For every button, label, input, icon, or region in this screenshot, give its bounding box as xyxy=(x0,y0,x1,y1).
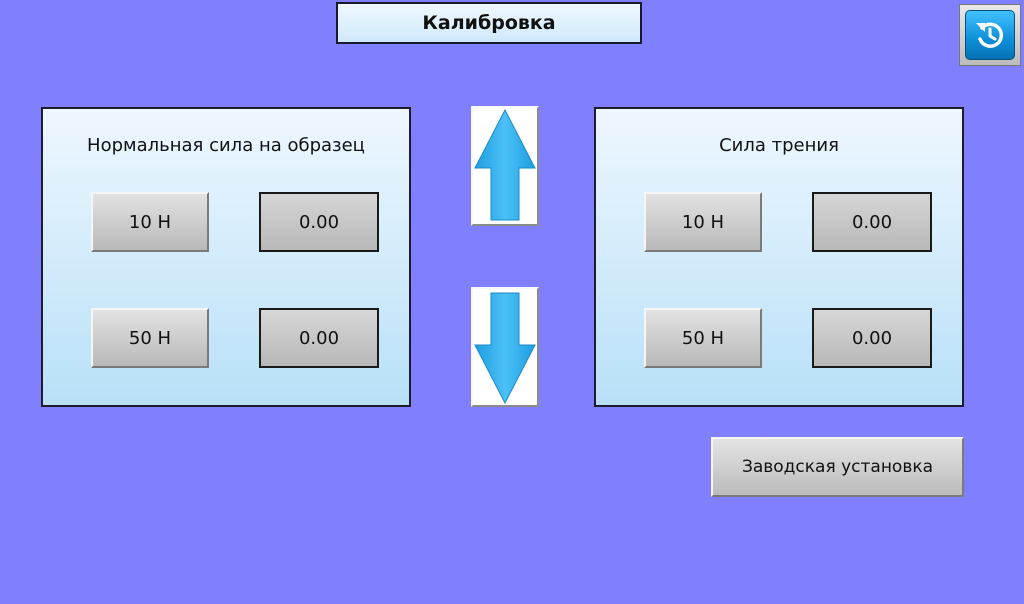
arrow-down-icon xyxy=(474,292,536,405)
normal-force-50n-value: 0.00 xyxy=(259,308,379,368)
move-up-button[interactable] xyxy=(471,106,539,226)
friction-panel: Сила трения 10 Н 0.00 50 Н 0.00 xyxy=(594,107,964,407)
factory-reset-button[interactable]: Заводская установка xyxy=(711,437,964,497)
page-title: Калибровка xyxy=(336,2,642,44)
friction-10n-value: 0.00 xyxy=(812,192,932,252)
normal-force-10n-button[interactable]: 10 Н xyxy=(91,192,209,252)
back-button[interactable] xyxy=(959,4,1021,66)
move-down-button[interactable] xyxy=(471,287,539,407)
normal-force-50n-button[interactable]: 50 Н xyxy=(91,308,209,368)
page-title-text: Калибровка xyxy=(422,12,556,34)
friction-10n-button[interactable]: 10 Н xyxy=(644,192,762,252)
arrow-up-icon xyxy=(474,108,536,221)
normal-force-title: Нормальная сила на образец xyxy=(87,135,365,156)
normal-force-panel: Нормальная сила на образец 10 Н 0.00 50 … xyxy=(41,107,411,407)
friction-50n-button[interactable]: 50 Н xyxy=(644,308,762,368)
normal-force-10n-value: 0.00 xyxy=(259,192,379,252)
friction-50n-value: 0.00 xyxy=(812,308,932,368)
friction-title: Сила трения xyxy=(719,135,839,156)
back-button-face xyxy=(965,10,1015,60)
rotate-back-icon xyxy=(976,22,1004,48)
